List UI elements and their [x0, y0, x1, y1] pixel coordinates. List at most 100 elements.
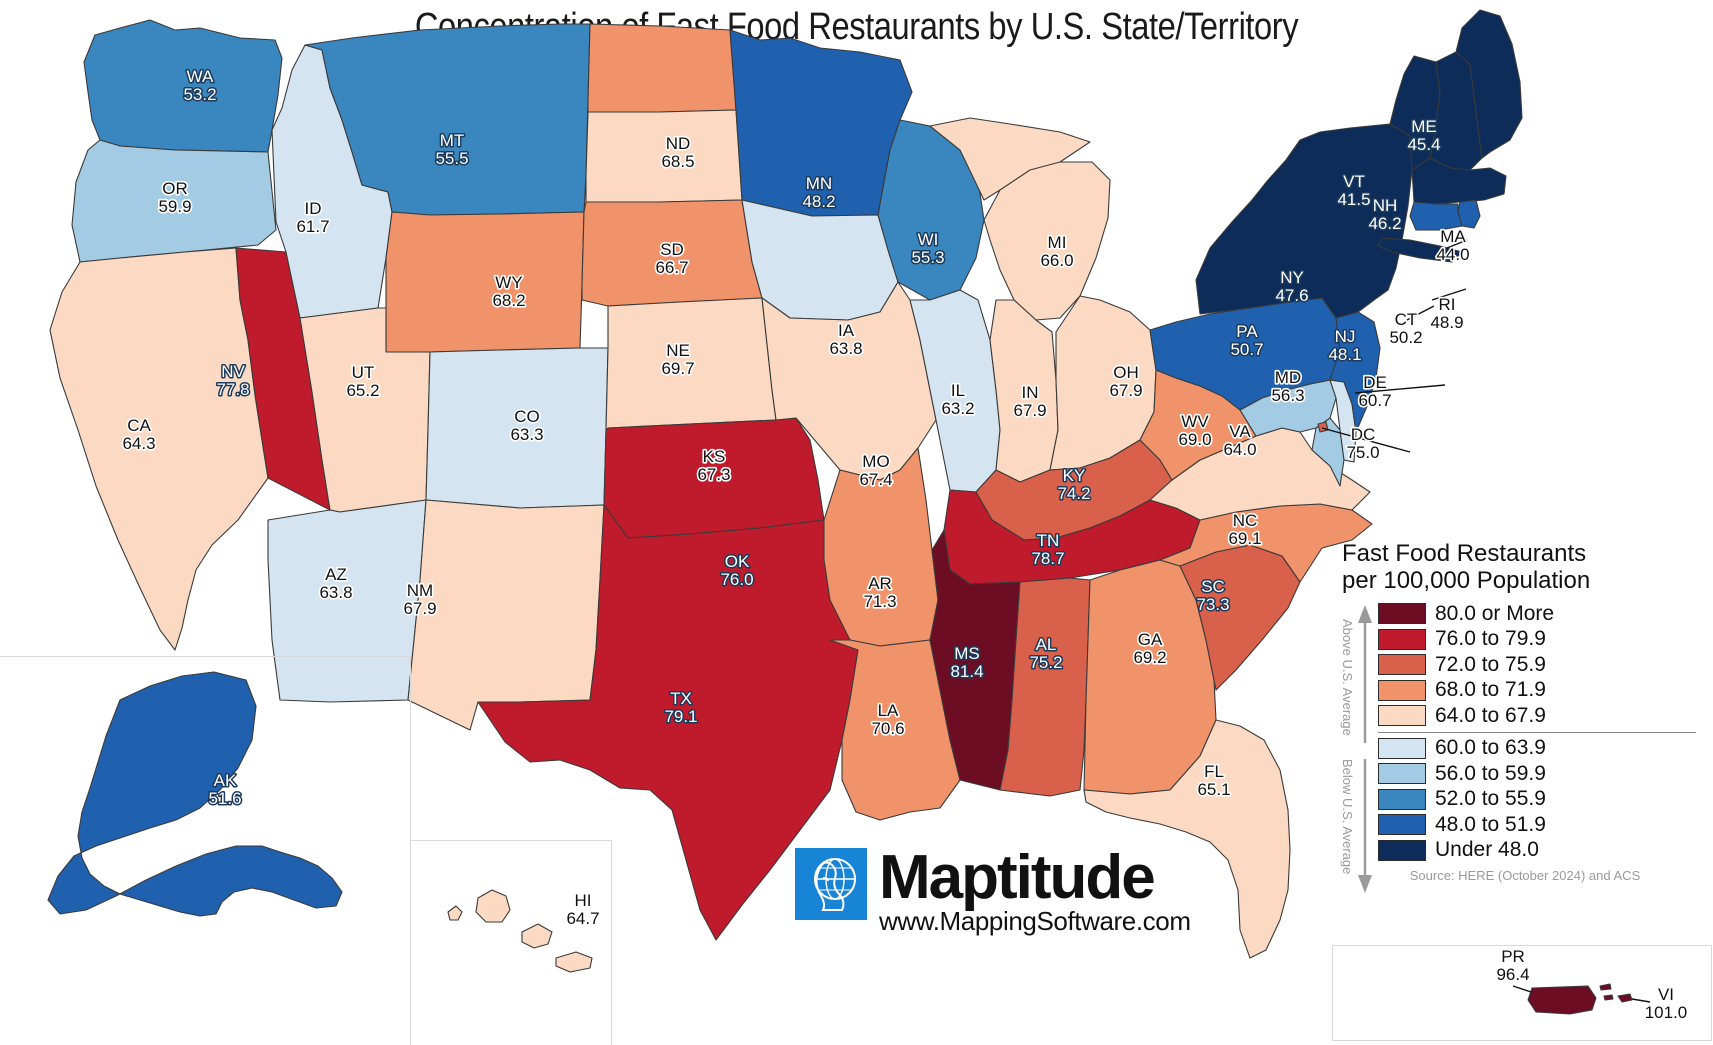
legend-rows: Above U.S. Average Below U.S. Average 80… — [1338, 601, 1706, 894]
label-RI-code: RI — [1439, 295, 1456, 314]
legend-label-9: Under 48.0 — [1435, 838, 1539, 862]
label-IA-code: IA — [838, 321, 855, 340]
label-ND-value: 68.5 — [661, 152, 694, 171]
legend-label-2: 72.0 to 75.9 — [1435, 652, 1546, 676]
legend-label-3: 68.0 to 71.9 — [1435, 678, 1546, 702]
legend-label-0: 80.0 or More — [1435, 601, 1555, 625]
label-NC-value: 69.1 — [1228, 529, 1261, 548]
legend-arrow-column: Above U.S. Average Below U.S. Average — [1338, 601, 1378, 894]
label-TN-code: TN — [1037, 531, 1060, 550]
state-NM[interactable] — [407, 499, 605, 731]
label-KS-value: 67.3 — [697, 465, 730, 484]
label-LA-code: LA — [878, 701, 899, 720]
legend-item-2[interactable]: 72.0 to 75.9 — [1378, 652, 1706, 678]
label-NM-value: 67.9 — [403, 599, 436, 618]
legend-label-7: 52.0 to 55.9 — [1435, 787, 1546, 811]
label-CT-value: 50.2 — [1389, 328, 1422, 347]
label-MS-value: 81.4 — [950, 662, 983, 681]
label-ND-code: ND — [666, 134, 691, 153]
label-SC-code: SC — [1201, 577, 1225, 596]
label-DC-value: 75.0 — [1346, 443, 1379, 462]
label-ID-value: 61.7 — [296, 217, 329, 236]
logo-url[interactable]: www.MappingSoftware.com — [879, 906, 1191, 937]
legend-source: Source: HERE (October 2024) and ACS — [1409, 868, 1641, 884]
legend-swatch-8 — [1378, 814, 1426, 836]
label-GA-value: 69.2 — [1133, 648, 1166, 667]
label-SC-value: 73.3 — [1196, 595, 1229, 614]
logo-text-block: Maptitude www.MappingSoftware.com — [879, 847, 1191, 937]
label-NM-code: NM — [407, 581, 433, 600]
maptitude-logo[interactable]: Maptitude www.MappingSoftware.com — [795, 847, 1191, 937]
label-UT-value: 65.2 — [346, 381, 379, 400]
label-NC-code: NC — [1233, 511, 1258, 530]
label-NJ-code: NJ — [1335, 327, 1356, 346]
label-WI-code: WI — [918, 230, 939, 249]
label-MO-code: MO — [862, 452, 889, 471]
label-UT-code: UT — [352, 363, 375, 382]
state-ND[interactable] — [587, 23, 737, 113]
label-CA-value: 64.3 — [122, 434, 155, 453]
legend-item-1[interactable]: 76.0 to 79.9 — [1378, 627, 1706, 653]
label-AZ-code: AZ — [325, 565, 347, 584]
legend-swatch-1 — [1378, 628, 1426, 650]
legend-swatch-9 — [1378, 839, 1426, 861]
map-page: Concentration of Fast Food Restaurants b… — [0, 0, 1713, 1045]
label-NE-code: NE — [666, 341, 690, 360]
label-LA-value: 70.6 — [871, 719, 904, 738]
label-NY-value: 47.6 — [1275, 286, 1308, 305]
state-CA[interactable] — [49, 247, 269, 651]
label-IL-code: IL — [951, 381, 965, 400]
legend-label-1: 76.0 to 79.9 — [1435, 627, 1546, 651]
label-VT-code: VT — [1343, 172, 1365, 191]
legend-swatch-4 — [1378, 705, 1426, 727]
legend-title-line2: per 100,000 Population — [1342, 567, 1591, 595]
state-CT[interactable] — [1409, 201, 1463, 231]
label-AR-code: AR — [868, 574, 892, 593]
label-MD-code: MD — [1275, 368, 1301, 387]
label-MT-value: 55.5 — [435, 149, 468, 168]
label-AL-value: 75.2 — [1029, 653, 1062, 672]
label-SD-value: 66.7 — [655, 258, 688, 277]
label-FL-value: 65.1 — [1197, 780, 1230, 799]
legend-item-7[interactable]: 52.0 to 55.9 — [1378, 787, 1706, 813]
pr-vi-inset-frame — [1332, 945, 1712, 1041]
legend-title: Fast Food Restaurants per 100,000 Popula… — [1342, 540, 1706, 594]
label-FL-code: FL — [1204, 762, 1224, 781]
label-NH-value: 46.2 — [1368, 214, 1401, 233]
legend-item-0[interactable]: 80.0 or More — [1378, 601, 1706, 627]
legend-item-9[interactable]: Under 48.0 — [1378, 838, 1706, 864]
legend-label-4: 64.0 to 67.9 — [1435, 703, 1546, 727]
label-ID-code: ID — [305, 199, 322, 218]
label-RI-value: 48.9 — [1430, 313, 1463, 332]
label-KY-value: 74.2 — [1057, 484, 1090, 503]
legend-swatch-3 — [1378, 679, 1426, 701]
label-VA-code: VA — [1229, 422, 1251, 441]
label-MT-code: MT — [440, 131, 465, 150]
legend-item-6[interactable]: 56.0 to 59.9 — [1378, 761, 1706, 787]
label-CO-code: CO — [514, 407, 540, 426]
label-ME-value: 45.4 — [1407, 135, 1440, 154]
state-DC[interactable] — [1317, 421, 1329, 433]
label-DE-code: DE — [1363, 373, 1387, 392]
label-NV-value: 77.8 — [216, 380, 249, 399]
label-WY-code: WY — [495, 273, 522, 292]
label-OH-code: OH — [1113, 363, 1139, 382]
legend-item-3[interactable]: 68.0 to 71.9 — [1378, 678, 1706, 704]
state-WY[interactable] — [385, 211, 585, 353]
label-TX-code: TX — [670, 689, 692, 708]
label-TN-value: 78.7 — [1031, 549, 1064, 568]
label-AL-code: AL — [1036, 635, 1057, 654]
label-WA-code: WA — [187, 67, 214, 86]
label-MI-value: 66.0 — [1040, 251, 1073, 270]
legend-item-4[interactable]: 64.0 to 67.9 — [1378, 703, 1706, 729]
legend-divider — [1378, 731, 1696, 733]
legend-item-5[interactable]: 60.0 to 63.9 — [1378, 736, 1706, 762]
above-average-label: Above U.S. Average — [1340, 619, 1355, 737]
legend-item-8[interactable]: 48.0 to 51.9 — [1378, 812, 1706, 838]
label-PA-value: 50.7 — [1230, 340, 1263, 359]
label-NV-code: NV — [221, 362, 245, 381]
label-NY-code: NY — [1280, 268, 1304, 287]
legend-label-5: 60.0 to 63.9 — [1435, 736, 1546, 760]
label-OK-value: 76.0 — [720, 570, 753, 589]
label-MI-code: MI — [1048, 233, 1067, 252]
